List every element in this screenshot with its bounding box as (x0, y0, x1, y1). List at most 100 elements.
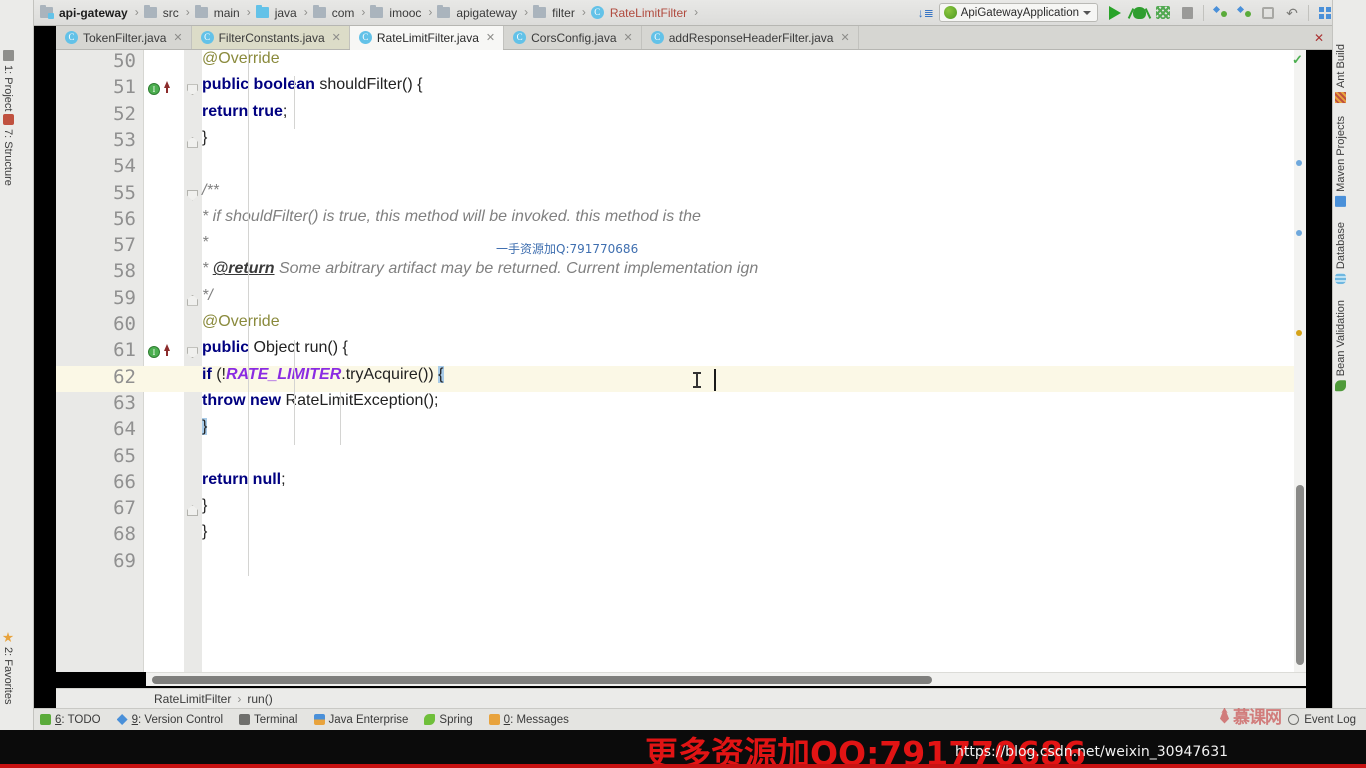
breadcrumb-separator: › (246, 4, 251, 19)
event-log-button[interactable]: Event Log (1304, 714, 1356, 726)
sidebar-item-label: 1: Project (2, 65, 14, 112)
code-line-text: @Override (202, 50, 280, 68)
sidebar-item-favorites[interactable]: 2: Favorites (0, 628, 34, 708)
code-line-text: * if shouldFilter() is true, this method… (202, 208, 701, 226)
error-stripe-marker[interactable] (1296, 330, 1302, 336)
close-icon[interactable]: ✕ (1314, 31, 1324, 45)
breadcrumb-item-api-gateway[interactable]: api-gateway (38, 0, 132, 25)
breadcrumb-class[interactable]: RateLimitFilter (154, 692, 231, 706)
project-icon (2, 50, 14, 61)
breadcrumb[interactable]: api-gateway › src › main › java › com › imooc › apig… (34, 0, 701, 25)
code-token: RATE_LIMITER (226, 365, 342, 383)
compare-button[interactable] (1257, 2, 1279, 24)
code-token: { (438, 365, 444, 383)
tab-tokenfilter-java[interactable]: C TokenFilter.java ✕ (56, 26, 192, 49)
implements-arrow-stem (166, 350, 168, 357)
rollback-button[interactable]: ↶ (1281, 2, 1303, 24)
breadcrumb-item-src[interactable]: src (142, 0, 183, 25)
breadcrumb-item-filter[interactable]: filter (531, 0, 579, 25)
vcs-commit-button[interactable] (1233, 2, 1255, 24)
breadcrumb-separator: › (581, 4, 586, 19)
tab-close-icon[interactable]: ✕ (840, 31, 849, 44)
code-line[interactable] (56, 129, 1306, 155)
tab-close-icon[interactable]: ✕ (624, 31, 633, 44)
breadcrumb-separator: › (694, 4, 699, 19)
code-text-area[interactable]: 50 @Override 51 public boolean shouldFilt… (56, 50, 1306, 672)
code-line[interactable] (56, 445, 1306, 471)
toolbar-divider (1203, 4, 1204, 21)
tab-overflow-area[interactable]: ✕ (1306, 26, 1332, 50)
code-line[interactable] (56, 550, 1306, 576)
tab-close-icon[interactable]: ✕ (173, 31, 182, 44)
code-line-text: } (202, 523, 207, 541)
code-line[interactable] (56, 182, 1306, 208)
sidebar-item-ant-build[interactable]: Ant Build (1333, 40, 1366, 107)
breadcrumb-item-com[interactable]: com (311, 0, 359, 25)
code-line-text: return true; (202, 103, 287, 121)
notification-bell-icon[interactable] (1288, 714, 1300, 725)
code-editor[interactable]: 50 @Override 51 public boolean shouldFilt… (56, 50, 1306, 672)
run-button[interactable] (1104, 2, 1126, 24)
line-number: 50 (113, 50, 136, 72)
breadcrumb-item-apigateway[interactable]: apigateway (435, 0, 521, 25)
status-item-version-control[interactable]: 9: Version Control (116, 714, 223, 726)
status-item-terminal[interactable]: Terminal (239, 714, 298, 726)
code-token: (! (211, 365, 226, 383)
code-line[interactable] (56, 523, 1306, 549)
line-number: 61 (113, 339, 136, 362)
status-item-messages[interactable]: 0: Messages (488, 714, 569, 726)
error-stripe-marker[interactable] (1296, 230, 1302, 236)
code-token: } (202, 418, 208, 436)
sort-toggle-icon[interactable]: ↓≣ (915, 2, 937, 24)
tab-corsconfig-java[interactable]: C CorsConfig.java ✕ (504, 26, 642, 49)
run-configuration-selector[interactable]: ApiGatewayApplication (938, 3, 1098, 22)
ant-build-icon (1335, 92, 1347, 104)
tab-close-icon[interactable]: ✕ (486, 31, 495, 44)
stop-button[interactable] (1176, 2, 1198, 24)
status-item-java-enterprise[interactable]: Java Enterprise (313, 714, 408, 726)
tab-addresponseheaderfilter-java[interactable]: CaddResponseHeaderFilter.java ✕ (641, 26, 859, 49)
debug-button[interactable] (1128, 2, 1150, 24)
breadcrumb-item-java[interactable]: java (254, 0, 301, 25)
code-line[interactable] (56, 497, 1306, 523)
editor-breadcrumb[interactable]: RateLimitFilter › run() (56, 688, 1306, 708)
breadcrumb-item-label: main (213, 5, 240, 20)
code-line-text: public boolean shouldFilter() { (202, 76, 422, 94)
tab-filterconstants-java[interactable]: C FilterConstants.java ✕ (191, 26, 350, 49)
status-item-todo[interactable]: 6: TODO (40, 714, 101, 726)
vcs-update-button[interactable] (1209, 2, 1231, 24)
breadcrumb-separator: › (303, 4, 308, 19)
code-line[interactable] (56, 287, 1306, 313)
java-class-icon: C (513, 31, 527, 44)
tab-close-icon[interactable]: ✕ (332, 31, 341, 44)
breadcrumb-item-main[interactable]: main (193, 0, 244, 25)
run-with-coverage-button[interactable] (1152, 2, 1174, 24)
code-line[interactable] (56, 155, 1306, 181)
sidebar-item-bean-validation[interactable]: Bean Validation (1333, 296, 1366, 395)
indent-guide (340, 392, 341, 445)
code-line[interactable] (56, 418, 1306, 444)
horizontal-scroll-thumb[interactable] (152, 676, 932, 684)
breadcrumb-item-ratelimitfilter[interactable]: C RateLimitFilter (589, 0, 691, 25)
editor-vertical-scrollbar[interactable] (1294, 50, 1306, 672)
breadcrumb-item-imooc[interactable]: imooc (368, 0, 425, 25)
sidebar-item-project[interactable]: 1: Project (0, 46, 34, 115)
text-caret (714, 368, 716, 391)
code-token: if (202, 365, 212, 383)
editor-tab-bar[interactable]: C TokenFilter.java ✕ C FilterConstants.java ✕… (56, 26, 1306, 50)
line-number: 66 (113, 470, 136, 493)
error-stripe-marker[interactable] (1296, 160, 1302, 166)
sidebar-item-database[interactable]: Database (1333, 218, 1366, 288)
sidebar-item-maven[interactable]: Maven Projects (1333, 112, 1366, 211)
code-line[interactable] (56, 234, 1306, 260)
breadcrumb-method[interactable]: run() (247, 692, 272, 706)
todo-icon (40, 714, 51, 725)
database-icon (1335, 273, 1347, 285)
code-token: RateLimitException(); (281, 391, 439, 409)
status-item-spring[interactable]: Spring (424, 714, 473, 726)
vertical-scroll-thumb[interactable] (1296, 485, 1304, 665)
editor-horizontal-scrollbar[interactable] (146, 672, 1306, 686)
code-token: public (202, 339, 250, 357)
sidebar-item-structure[interactable]: 7: Structure (0, 110, 34, 190)
tab-ratelimitfilter-java[interactable]: C RateLimitFilter.java ✕ (349, 26, 505, 50)
